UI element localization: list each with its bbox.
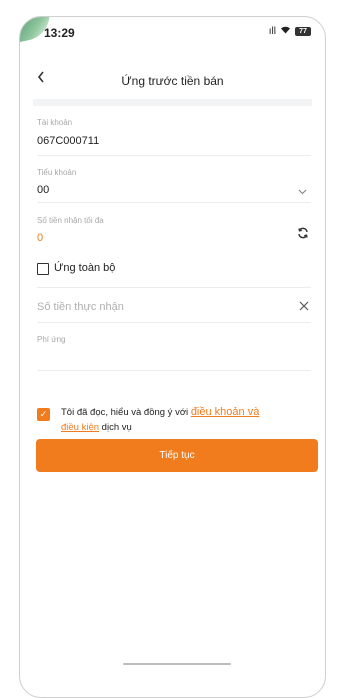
status-icons: ıll 77	[269, 25, 311, 37]
divider	[37, 322, 311, 323]
phone-frame: 13:29 ıll 77 Ứng trước tiền bán Tài khoả…	[19, 16, 326, 698]
fee-label: Phí ứng	[37, 335, 66, 344]
sub-account-label: Tiểu khoản	[37, 168, 77, 177]
clear-button[interactable]	[299, 299, 309, 314]
account-value: 067C000711	[37, 135, 100, 147]
advance-all-label: Ứng toàn bộ	[54, 262, 116, 274]
refresh-icon	[298, 227, 308, 239]
nav-bar: Ứng trước tiền bán	[20, 69, 325, 95]
continue-button[interactable]: Tiếp tục	[36, 439, 318, 472]
home-indicator[interactable]	[123, 663, 231, 665]
chevron-down-icon	[298, 187, 307, 197]
close-icon	[299, 301, 309, 311]
terms-prefix: Tôi đã đọc, hiểu và đồng ý với	[61, 407, 191, 418]
conditions-link[interactable]: điều kiện	[61, 422, 99, 433]
max-receive-label: Số tiền nhận tối đa	[37, 216, 104, 225]
divider	[37, 202, 311, 203]
max-receive-value: 0	[37, 232, 44, 244]
terms-checkbox[interactable]: ✓	[37, 408, 50, 421]
terms-suffix: dịch vụ	[99, 422, 132, 433]
header-separator	[33, 99, 312, 106]
status-time: 13:29	[44, 26, 75, 40]
terms-text: Tôi đã đọc, hiểu và đồng ý với điều khoả…	[61, 405, 313, 435]
sub-account-value: 00	[37, 184, 50, 196]
refresh-button[interactable]	[297, 227, 309, 242]
signal-icon: ıll	[268, 25, 276, 37]
terms-link[interactable]: điều khoản và	[191, 406, 260, 418]
wifi-icon	[280, 25, 291, 37]
checkbox-icon	[37, 263, 49, 275]
account-label: Tài khoản	[37, 118, 73, 127]
page-title: Ứng trước tiền bán	[121, 74, 224, 88]
divider	[37, 287, 311, 288]
status-bar: 13:29 ıll 77	[20, 17, 325, 51]
divider	[37, 370, 311, 371]
battery-icon: 77	[295, 26, 311, 36]
actual-receive-input[interactable]: Số tiền thực nhận	[37, 301, 124, 313]
divider	[37, 155, 311, 156]
